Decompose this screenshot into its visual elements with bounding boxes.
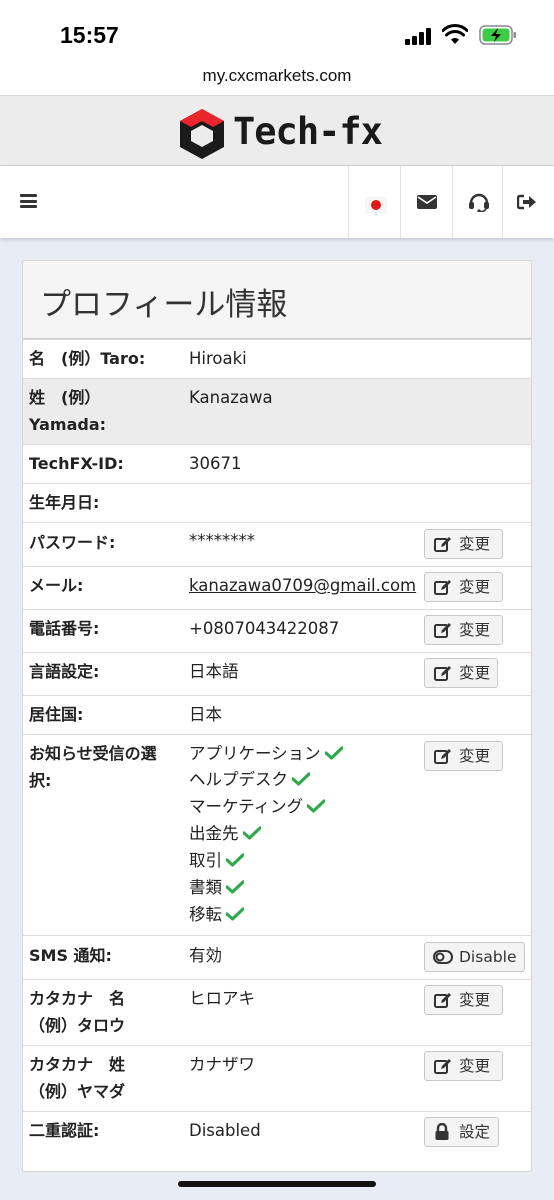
notification-option: 書類 (189, 874, 244, 901)
sms-label: SMS 通知: (29, 946, 112, 965)
edit-icon (434, 623, 451, 638)
email-label: メール: (29, 576, 84, 595)
techfx-id-label: TechFX-ID: (29, 454, 124, 473)
change-phone-button[interactable]: 変更 (424, 615, 503, 645)
check-icon (226, 853, 244, 867)
edit-icon (434, 666, 451, 681)
option-label: アプリケーション (189, 744, 321, 763)
button-label: 変更 (459, 747, 491, 765)
notifications-label-cont: 択: (29, 771, 52, 790)
katakana-last-label-example: （例）ヤマダ (29, 1082, 126, 1101)
country-value: 日本 (189, 705, 222, 724)
option-label: ヘルプデスク (189, 770, 288, 789)
sign-out-icon (517, 194, 536, 210)
option-label: マーケティング (189, 797, 304, 816)
first-name-label: 名 (例）Taro: (29, 349, 146, 368)
option-label: 書類 (189, 878, 222, 897)
option-label: 取引 (189, 851, 222, 870)
change-katakana-first-button[interactable]: 変更 (424, 985, 503, 1015)
option-label: 移転 (189, 905, 222, 924)
option-label: 出金先 (189, 824, 239, 843)
check-icon (324, 746, 343, 760)
notification-option: 移転 (189, 901, 244, 928)
edit-icon (434, 1059, 451, 1074)
cellular-signal-icon (405, 27, 433, 45)
sms-value: 有効 (189, 946, 222, 965)
email-value[interactable]: kanazawa0709@gmail.com (189, 572, 416, 599)
check-icon (307, 799, 326, 813)
change-email-button[interactable]: 変更 (424, 572, 503, 602)
two-factor-setup-button[interactable]: 設定 (424, 1117, 499, 1147)
card-title: プロフィール情報 (40, 287, 288, 323)
language-flag-button[interactable] (348, 166, 400, 238)
logout-button[interactable] (502, 166, 554, 238)
envelope-icon (417, 195, 437, 209)
two-factor-label: 二重認証: (29, 1121, 100, 1140)
button-label: 設定 (459, 1123, 491, 1141)
change-password-button[interactable]: 変更 (424, 529, 503, 559)
button-label: 変更 (459, 664, 491, 682)
phone-label: 電話番号: (29, 619, 100, 638)
edit-icon (434, 749, 451, 764)
last-name-label-example: Yamada: (29, 415, 107, 434)
home-indicator (178, 1181, 376, 1187)
country-label: 居住国: (29, 705, 84, 724)
notifications-label: お知らせ受信の選 (29, 744, 157, 763)
support-button[interactable] (452, 166, 504, 238)
button-label: 変更 (459, 578, 491, 596)
button-label: 変更 (459, 535, 491, 553)
check-icon (226, 880, 244, 894)
password-value: ******** (189, 531, 255, 550)
last-name-label: 姓 (例） (29, 388, 101, 407)
check-icon (242, 826, 261, 840)
headset-icon (469, 193, 489, 212)
button-label: Disable (459, 948, 517, 966)
menu-icon[interactable] (20, 194, 37, 208)
japan-flag-icon (365, 197, 387, 213)
status-time: 15:57 (60, 22, 119, 48)
battery-charging-icon (479, 25, 516, 45)
techfx-id-value: 30671 (189, 454, 242, 473)
language-label: 言語設定: (29, 662, 100, 681)
last-name-value: Kanazawa (189, 388, 273, 407)
check-icon (226, 907, 244, 921)
button-label: 変更 (459, 991, 491, 1009)
tech-fx-logo-icon (180, 109, 224, 159)
mail-button[interactable] (400, 166, 452, 238)
language-value: 日本語 (189, 662, 239, 681)
brand-name: Tech-fx (233, 110, 383, 153)
notification-option: ヘルプデスク (189, 766, 310, 793)
table-row (23, 695, 531, 734)
katakana-first-label-example: （例）タロウ (29, 1016, 126, 1035)
first-name-value: Hiroaki (189, 349, 247, 368)
check-icon (292, 772, 310, 786)
lock-icon (435, 1123, 449, 1140)
birthdate-label: 生年月日: (29, 493, 100, 512)
change-katakana-last-button[interactable]: 変更 (424, 1051, 503, 1081)
change-language-button[interactable]: 変更 (424, 658, 498, 688)
url-bar[interactable]: my.cxcmarkets.com (0, 62, 554, 96)
two-factor-value: Disabled (189, 1121, 261, 1140)
notification-option: マーケティング (189, 793, 326, 820)
password-label: パスワード: (29, 533, 116, 552)
katakana-first-value: ヒロアキ (189, 989, 255, 1008)
notification-option: アプリケーション (189, 740, 343, 767)
notification-option: 取引 (189, 847, 244, 874)
katakana-last-label: カタカナ 姓 (29, 1055, 126, 1074)
edit-icon (434, 580, 451, 595)
toggle-off-icon (433, 950, 453, 964)
notification-option: 出金先 (189, 820, 261, 847)
wifi-icon (442, 24, 468, 44)
button-label: 変更 (459, 1057, 491, 1075)
sms-disable-button[interactable]: Disable (424, 942, 525, 972)
katakana-first-label: カタカナ 名 (29, 989, 126, 1008)
katakana-last-value: カナザワ (189, 1055, 255, 1074)
change-notifications-button[interactable]: 変更 (424, 741, 503, 771)
edit-icon (434, 537, 451, 552)
phone-value: +0807043422087 (189, 619, 340, 638)
edit-icon (434, 993, 451, 1008)
button-label: 変更 (459, 621, 491, 639)
